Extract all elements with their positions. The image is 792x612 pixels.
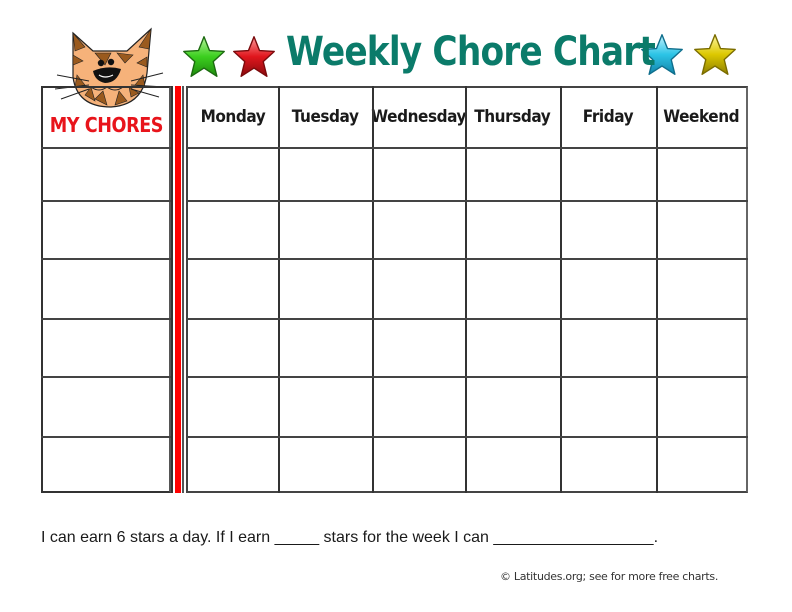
page-title: Weekly Chore Chart bbox=[286, 29, 656, 75]
day-header-weekend: Weekend bbox=[656, 86, 747, 147]
day-cell-thursday[interactable] bbox=[467, 260, 560, 318]
day-cell-monday[interactable] bbox=[189, 149, 278, 200]
day-cell-wednesday[interactable] bbox=[374, 149, 465, 200]
day-cell-wednesday[interactable] bbox=[374, 260, 465, 318]
day-cell-weekend[interactable] bbox=[658, 378, 747, 436]
chores-header: MY CHORES bbox=[41, 86, 171, 147]
day-cell-tuesday[interactable] bbox=[280, 438, 372, 493]
yellow-star-icon bbox=[694, 34, 736, 76]
day-cell-weekend[interactable] bbox=[658, 149, 747, 200]
red-star-icon bbox=[233, 36, 275, 78]
day-cell-friday[interactable] bbox=[562, 149, 656, 200]
chores-label: MY CHORES bbox=[49, 112, 163, 137]
day-header-thursday: Thursday bbox=[465, 86, 560, 147]
day-label: Weekend bbox=[663, 106, 740, 127]
day-cell-thursday[interactable] bbox=[467, 438, 560, 493]
day-cell-wednesday[interactable] bbox=[374, 320, 465, 376]
day-cell-tuesday[interactable] bbox=[280, 260, 372, 318]
day-cell-wednesday[interactable] bbox=[374, 378, 465, 436]
day-label: Thursday bbox=[474, 106, 551, 127]
day-label: Tuesday bbox=[291, 106, 359, 127]
day-cell-thursday[interactable] bbox=[467, 202, 560, 258]
day-cell-weekend[interactable] bbox=[658, 202, 747, 258]
day-label: Monday bbox=[200, 106, 265, 127]
day-cell-friday[interactable] bbox=[562, 438, 656, 493]
divider-line-right bbox=[182, 86, 184, 493]
chore-cell[interactable] bbox=[43, 260, 169, 318]
day-cell-monday[interactable] bbox=[189, 260, 278, 318]
day-cell-wednesday[interactable] bbox=[374, 438, 465, 493]
day-header-wednesday: Wednesday bbox=[371, 86, 466, 147]
day-cell-thursday[interactable] bbox=[467, 378, 560, 436]
day-cell-monday[interactable] bbox=[189, 438, 278, 493]
chore-cell[interactable] bbox=[43, 378, 169, 436]
green-star-icon bbox=[183, 36, 225, 78]
day-cell-tuesday[interactable] bbox=[280, 320, 372, 376]
day-cell-thursday[interactable] bbox=[467, 320, 560, 376]
chore-cell[interactable] bbox=[43, 320, 169, 376]
day-cell-tuesday[interactable] bbox=[280, 378, 372, 436]
pledge-text: I can earn 6 stars a day. If I earn ____… bbox=[41, 529, 659, 546]
divider-line-left bbox=[171, 86, 173, 493]
day-header-tuesday: Tuesday bbox=[278, 86, 372, 147]
day-header-friday: Friday bbox=[560, 86, 656, 147]
day-label: Friday bbox=[582, 106, 634, 127]
day-cell-tuesday[interactable] bbox=[280, 202, 372, 258]
chore-cell[interactable] bbox=[43, 202, 169, 258]
day-cell-monday[interactable] bbox=[189, 378, 278, 436]
day-cell-thursday[interactable] bbox=[467, 149, 560, 200]
day-cell-friday[interactable] bbox=[562, 260, 656, 318]
chore-cell[interactable] bbox=[43, 149, 169, 200]
day-cell-friday[interactable] bbox=[562, 378, 656, 436]
day-cell-weekend[interactable] bbox=[658, 438, 747, 493]
red-divider-bar bbox=[175, 86, 181, 493]
day-cell-tuesday[interactable] bbox=[280, 149, 372, 200]
day-cell-friday[interactable] bbox=[562, 202, 656, 258]
copyright-text: © Latitudes.org; see for more free chart… bbox=[500, 570, 719, 583]
day-label: Wednesday bbox=[371, 106, 466, 127]
chore-cell[interactable] bbox=[43, 438, 169, 493]
day-header-monday: Monday bbox=[187, 86, 278, 147]
day-cell-weekend[interactable] bbox=[658, 260, 747, 318]
day-cell-friday[interactable] bbox=[562, 320, 656, 376]
day-cell-wednesday[interactable] bbox=[374, 202, 465, 258]
day-cell-monday[interactable] bbox=[189, 320, 278, 376]
day-cell-monday[interactable] bbox=[189, 202, 278, 258]
day-cell-weekend[interactable] bbox=[658, 320, 747, 376]
